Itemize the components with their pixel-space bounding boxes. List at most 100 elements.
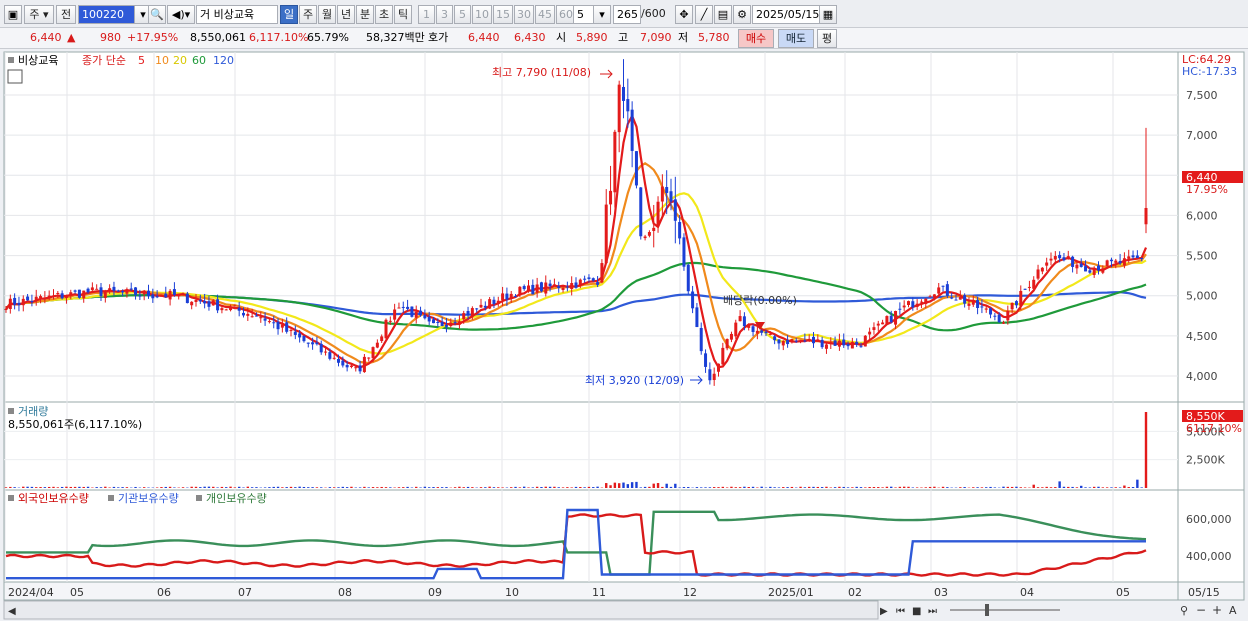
low-annotation: 최저 3,920 (12/09) [585, 374, 684, 387]
volume-bar [1049, 487, 1053, 488]
candle-body [622, 86, 625, 101]
candle-body [341, 360, 345, 366]
candle-body [695, 307, 699, 328]
volume-bar [155, 487, 159, 488]
volume-bar [661, 486, 664, 488]
search-icon[interactable]: 🔍 [148, 5, 166, 24]
interval-button-15[interactable]: 15 [493, 5, 513, 24]
volume-bar [838, 486, 841, 488]
candle-body [691, 291, 695, 309]
volume-bar [190, 486, 193, 488]
interval-button-45[interactable]: 45 [535, 5, 555, 24]
candle-body [859, 346, 863, 348]
draw-line-icon[interactable]: ╱ [695, 5, 713, 24]
table-icon[interactable] [7, 69, 23, 84]
zoom-handle[interactable] [985, 604, 989, 616]
candle-body [1092, 267, 1096, 275]
period-button-5[interactable]: 초 [375, 5, 393, 24]
candle-body [747, 324, 751, 328]
candle-body [254, 315, 258, 317]
buy-button[interactable]: 매수 [738, 29, 774, 48]
volume-bar [199, 487, 202, 488]
stop-icon[interactable]: ■ [912, 606, 921, 617]
interval-button-10[interactable]: 10 [472, 5, 492, 24]
holding-panel-menu-icon[interactable] [8, 495, 14, 501]
last-page-icon[interactable]: ⏭ [928, 606, 937, 617]
volume-bar [121, 487, 124, 488]
candle-body [881, 322, 885, 325]
speaker-icon[interactable]: ◀)▾ [167, 5, 195, 24]
candle-body [1066, 256, 1070, 259]
scroll-left-icon[interactable]: ◀ [8, 606, 16, 617]
volume-bar [652, 483, 655, 488]
high-annotation: 최고 7,790 (11/08) [492, 66, 591, 79]
horizontal-scrollbar[interactable]: ◀ ▶ ⏮ ■ ⏭ ⚲ − + A [3, 600, 1237, 620]
period-button-4[interactable]: 분 [356, 5, 374, 24]
volume-bar [566, 487, 569, 488]
volume-bar [574, 486, 578, 488]
candle-body [717, 363, 720, 372]
crosshair-icon[interactable]: ✥ [675, 5, 693, 24]
chart-area[interactable]: 7,5007,0006,5006,0005,5005,0004,5004,000… [0, 50, 1248, 621]
candle-body [194, 299, 198, 302]
count-input[interactable]: 265 [613, 5, 641, 24]
period-button-0[interactable]: 일 [280, 5, 298, 24]
candle-body [263, 318, 267, 321]
volume-bar [168, 486, 172, 488]
candle-body [777, 339, 781, 344]
stock-code-input[interactable]: 100220 [78, 5, 136, 24]
scroll-right-icon[interactable]: ▶ [880, 606, 888, 617]
candle-body [915, 303, 919, 307]
zoom-search-icon[interactable]: ⚲ [1180, 604, 1188, 617]
candle-body [786, 340, 790, 345]
candle-body [712, 373, 716, 381]
gear-icon[interactable]: ⚙ [733, 5, 751, 24]
candle-body [147, 290, 150, 297]
window-menu-icon[interactable]: ▣ [4, 5, 22, 24]
candle-body [207, 301, 211, 307]
candle-body [457, 321, 461, 325]
period-button-6[interactable]: 틱 [394, 5, 412, 24]
interval-button-30[interactable]: 30 [514, 5, 534, 24]
volume-bar [255, 487, 258, 488]
save-icon[interactable]: ▤ [714, 5, 732, 24]
interval-button-5[interactable]: 5 [454, 5, 471, 24]
period-button-1[interactable]: 주 [299, 5, 317, 24]
market-select[interactable]: 주 ▾ [24, 5, 54, 24]
candle-body [531, 284, 535, 295]
candle-body [682, 237, 686, 267]
first-page-icon[interactable]: ⏮ [896, 606, 905, 617]
zoom-in-icon[interactable]: + [1212, 603, 1222, 617]
volume-bar [656, 483, 660, 488]
interval-dropdown-icon[interactable]: ▾ [593, 5, 611, 24]
volume-bar [928, 486, 932, 488]
candle-body [155, 296, 159, 298]
sell-button[interactable]: 매도 [778, 29, 814, 48]
candle-body [496, 300, 500, 305]
date-input[interactable]: 2025/05/15 [752, 5, 820, 24]
zoom-out-icon[interactable]: − [1196, 603, 1206, 617]
volume-bar [466, 486, 470, 488]
volume-panel-menu-icon[interactable] [8, 408, 14, 414]
candle-body [246, 313, 250, 316]
volume-bar [26, 486, 29, 488]
period-button-2[interactable]: 월 [318, 5, 336, 24]
volume-bar [229, 486, 232, 488]
volume-bar [704, 487, 707, 488]
candle-body [1140, 257, 1144, 259]
period-button-3[interactable]: 년 [337, 5, 355, 24]
stock-name-field[interactable]: 거 비상교육 [196, 5, 278, 24]
prev-button[interactable]: 전 [56, 5, 76, 24]
candle-body [963, 295, 967, 304]
volume-bar [890, 486, 893, 488]
candle-body [492, 299, 496, 305]
calendar-icon[interactable]: ▦ [819, 5, 837, 24]
volume-bar [540, 487, 543, 488]
interval-button-3[interactable]: 3 [436, 5, 453, 24]
panel-menu-icon[interactable] [8, 57, 14, 63]
avg-button[interactable]: 평 [817, 29, 837, 48]
interval-button-1[interactable]: 1 [418, 5, 435, 24]
price-tick-label: 4,500 [1186, 330, 1218, 343]
auto-scale-icon[interactable]: A [1229, 604, 1237, 617]
volume-bar [1084, 487, 1087, 488]
